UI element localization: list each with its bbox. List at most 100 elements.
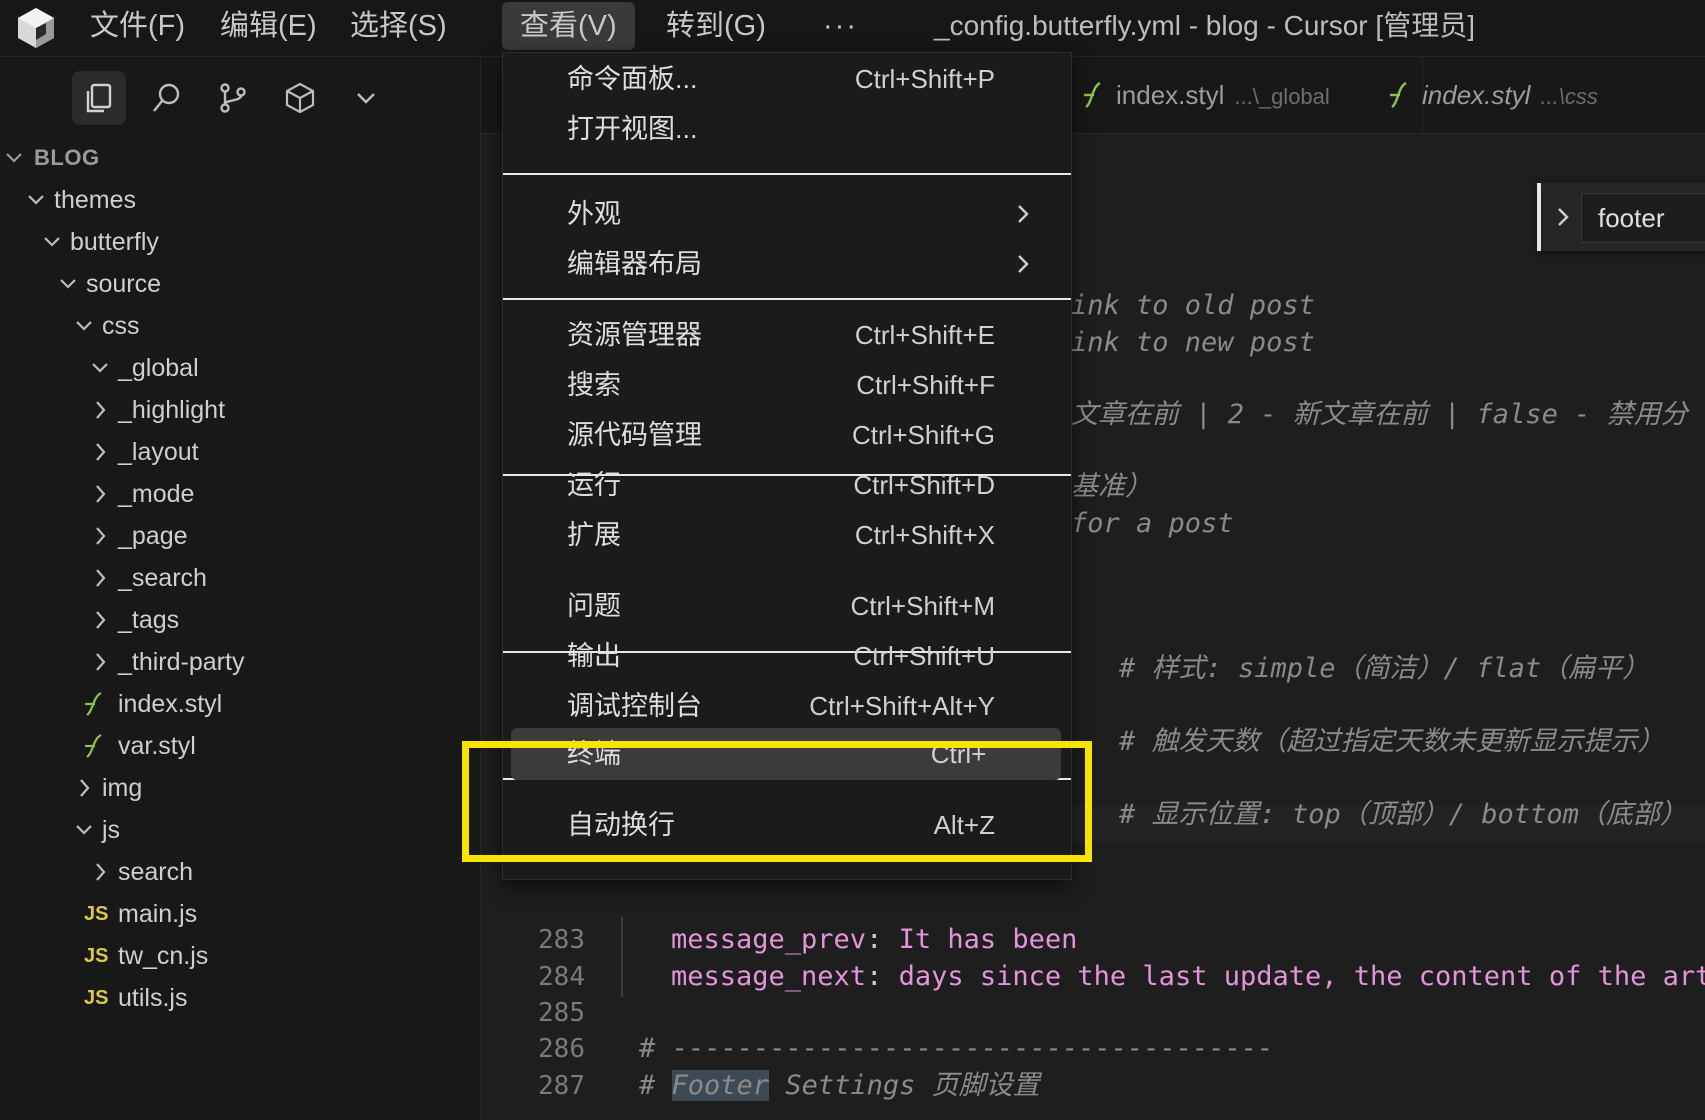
chevron-down-icon [44,237,60,247]
code-fragment: ink to new post [1071,327,1315,358]
tree-item-utils-js[interactable]: JS utils.js [0,977,480,1019]
menu-file[interactable]: 文件(F) [72,2,203,50]
tree-item-css[interactable]: css [0,305,480,347]
annotation-highlight-box [462,741,1092,862]
line-number: 287 [538,1071,585,1101]
tree-item-source[interactable]: source [0,263,480,305]
stylus-file-icon [85,734,102,758]
code-line: # Footer Settings 页脚设置 [639,1066,1040,1106]
find-input[interactable]: footer [1581,193,1705,243]
menu-item-shortcut: Ctrl+Shift+F [856,370,995,400]
menu-more-button[interactable]: ··· [805,2,876,50]
chevron-right-icon [96,653,106,671]
menu-item-2-4[interactable]: 扩展 Ctrl+Shift+X [511,509,1061,561]
tree-item-img[interactable]: img [0,767,480,809]
chevron-down-icon [76,321,92,331]
stylus-file-icon [1390,81,1407,108]
chevron-down-icon[interactable] [339,71,393,125]
chevron-right-icon[interactable] [1555,203,1571,231]
tree-item-label: css [102,312,140,340]
code-line: message_next: days since the last update… [671,957,1705,997]
stylus-file-icon [1084,81,1101,108]
tree-item-var-styl[interactable]: var.styl [0,725,480,767]
yaml-colon: : [866,924,883,955]
menu-item-shortcut: Ctrl+Shift+U [853,641,995,671]
menu-item-label: 编辑器布局 [567,249,702,279]
menu-item-1-1[interactable]: 编辑器布局 [511,238,1061,290]
title-bar: 文件(F) 编辑(E) 选择(S) 查看(V) 转到(G) ··· _confi… [0,0,1705,57]
chevron-right-icon [1018,255,1029,273]
tree-item-label: _page [118,522,188,550]
tree-item-butterfly[interactable]: butterfly [0,221,480,263]
tree-item-label: main.js [118,900,198,928]
tab-path: ...\css [1540,84,1598,109]
yaml-key: message_prev [671,924,867,955]
menu-item-2-1[interactable]: 搜索 Ctrl+Shift+F [511,359,1061,411]
tree-item-tw-cn-js[interactable]: JS tw_cn.js [0,935,480,977]
tree-item-label: img [102,774,143,802]
tree-item-label: _global [118,354,199,382]
code-comment: # 样式: simple（简洁）/ flat（扁平） [1119,653,1650,684]
menu-item-0-1[interactable]: 打开视图... [511,103,1061,155]
tab-index-styl-global[interactable]: index.styl ...\_global [1066,57,1423,133]
search-icon[interactable] [140,71,194,125]
menu-item-label: 命令面板... [567,64,698,94]
code-fragment: for a post [1071,508,1234,539]
menu-view[interactable]: 查看(V) [502,2,635,50]
tab-path: ...\_global [1234,84,1330,109]
source-control-icon[interactable] [206,71,260,125]
menu-item-label: 调试控制台 [567,691,702,721]
tree-item--search[interactable]: _search [0,557,480,599]
code-comment: # 触发天数（超过指定天数未更新显示提示） [1119,726,1665,757]
tab-index-styl-css[interactable]: index.styl ...\css [1372,57,1705,133]
menu-item-shortcut: Ctrl+Shift+E [854,320,995,350]
chevron-right-icon [96,443,106,461]
extensions-icon[interactable] [273,71,327,125]
tree-item-main-js[interactable]: JS main.js [0,893,480,935]
tree-item--page[interactable]: _page [0,515,480,557]
chevron-down-icon [28,195,44,205]
yaml-key: message_next [671,961,867,992]
menu-item-label: 资源管理器 [567,320,702,350]
line-number: 284 [538,962,585,992]
menu-item-3-2[interactable]: 调试控制台 Ctrl+Shift+Alt+Y [511,680,1061,732]
menu-item-3-0[interactable]: 问题 Ctrl+Shift+M [511,580,1061,632]
menu-item-1-0[interactable]: 外观 [511,188,1061,240]
menu-item-2-2[interactable]: 源代码管理 Ctrl+Shift+G [511,409,1061,461]
line-number: 283 [538,925,585,955]
menu-go[interactable]: 转到(G) [648,2,784,50]
files-icon[interactable] [72,71,126,125]
tree-item-label: index.styl [118,690,223,718]
tab-label: index.styl [1422,80,1531,110]
menu-selection[interactable]: 选择(S) [332,2,465,50]
tree-item--highlight[interactable]: _highlight [0,389,480,431]
chevron-right-icon [1018,205,1029,223]
menu-item-2-3[interactable]: 运行 Ctrl+Shift+D [511,459,1061,511]
menu-separator [503,173,1071,175]
menu-item-2-0[interactable]: 资源管理器 Ctrl+Shift+E [511,309,1061,361]
menu-item-shortcut: Ctrl+Shift+P [854,64,995,94]
tree-item-js[interactable]: js [0,809,480,851]
code-fragment: ink to old post [1071,290,1315,321]
tree-item--global[interactable]: _global [0,347,480,389]
menu-item-shortcut: Ctrl+Shift+D [853,470,995,500]
menu-edit[interactable]: 编辑(E) [202,2,335,50]
tree-item--mode[interactable]: _mode [0,473,480,515]
chevron-down-icon [6,153,22,163]
tree-item-search[interactable]: search [0,851,480,893]
tree-item-label: source [86,270,162,298]
tree-item-label: _tags [118,606,180,634]
search-match: Footer [671,1070,770,1101]
menu-item-3-1[interactable]: 输出 Ctrl+Shift+U [511,630,1061,682]
tree-item--third-party[interactable]: _third-party [0,641,480,683]
menu-item-0-0[interactable]: 命令面板... Ctrl+Shift+P [511,53,1061,105]
cursor-logo-icon[interactable] [16,6,56,50]
tree-item--tags[interactable]: _tags [0,599,480,641]
tree-item-index-styl[interactable]: index.styl [0,683,480,725]
comment-text: Settings 页脚设置 [769,1070,1040,1101]
tree-item-themes[interactable]: themes [0,179,480,221]
chevron-down-icon [60,279,76,289]
code-fragment: 文章在前 | 2 - 新文章在前 | false - 禁用分 [1071,399,1688,430]
tree-item--layout[interactable]: _layout [0,431,480,473]
explorer-root[interactable]: BLOG [0,137,480,179]
